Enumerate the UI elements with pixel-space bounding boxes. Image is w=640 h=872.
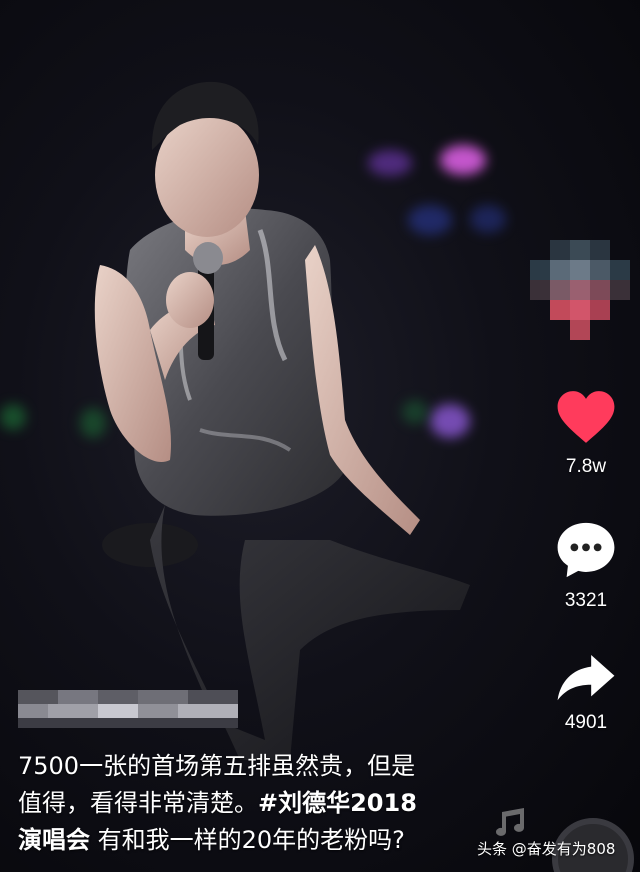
avatar-pixel: [550, 260, 570, 280]
watermark-brand: 头条: [477, 840, 508, 858]
avatar-pixel: [590, 240, 610, 260]
caption-line: 7500一张的首场第五排虽然贵，但是: [18, 752, 416, 780]
like-action[interactable]: 7.8w: [548, 388, 624, 478]
watermark: 头条 @奋发有为808: [477, 838, 615, 859]
hashtag-link[interactable]: 演唱会: [18, 826, 90, 854]
performer-image: [94, 81, 470, 760]
avatar-pixel: [590, 300, 610, 320]
author-username-blurred[interactable]: [18, 690, 238, 728]
caption-text: 值得，看得非常清楚。: [18, 789, 258, 817]
avatar-pixel: [610, 280, 630, 300]
avatar-pixel: [550, 240, 570, 260]
avatar-pixel: [570, 260, 590, 280]
blur-pixel: [138, 690, 188, 704]
caption-text: 有和我一样的20年的老粉吗?: [90, 826, 405, 854]
avatar-pixel: [590, 260, 610, 280]
avatar-pixel: [550, 280, 570, 300]
blur-pixel: [98, 704, 138, 718]
comment-bubble-icon: [557, 522, 615, 578]
blur-pixel: [18, 718, 238, 728]
blur-pixel: [18, 704, 48, 718]
author-avatar[interactable]: [530, 240, 630, 340]
caption-line: 演唱会 有和我一样的20年的老粉吗?: [18, 822, 458, 859]
blur-pixel: [18, 690, 58, 704]
music-note-icon: [496, 808, 524, 836]
avatar-pixel: [570, 300, 590, 320]
like-count: 7.8w: [565, 456, 607, 477]
blur-pixel: [138, 704, 178, 718]
comment-count: 3321: [564, 590, 608, 611]
video-player[interactable]: 7.8w 3321 4901 7500一张的首场第五排虽然贵，但是 值得，看得非…: [0, 0, 640, 872]
heart-icon: [557, 391, 615, 443]
avatar-pixel: [570, 320, 590, 340]
blur-pixel: [188, 690, 238, 704]
watermark-handle: @奋发有为808: [511, 840, 616, 858]
avatar-pixel: [610, 260, 630, 280]
blur-pixel: [98, 690, 138, 704]
blur-pixel: [48, 704, 98, 718]
avatar-pixel: [590, 280, 610, 300]
comment-action[interactable]: 3321: [548, 520, 624, 612]
share-arrow-icon: [557, 655, 615, 701]
share-count: 4901: [564, 712, 608, 733]
blur-pixel: [178, 704, 238, 718]
avatar-pixel: [530, 280, 550, 300]
avatar-pixel: [550, 300, 570, 320]
blur-pixel: [58, 690, 98, 704]
avatar-pixel: [530, 260, 550, 280]
video-caption: 7500一张的首场第五排虽然贵，但是 值得，看得非常清楚。#刘德华2018 演唱…: [18, 748, 458, 859]
hashtag-link[interactable]: #刘德华2018: [258, 789, 417, 817]
avatar-pixel: [570, 280, 590, 300]
avatar-pixel: [570, 240, 590, 260]
caption-line: 值得，看得非常清楚。#刘德华2018: [18, 785, 458, 822]
share-action[interactable]: 4901: [548, 652, 624, 734]
